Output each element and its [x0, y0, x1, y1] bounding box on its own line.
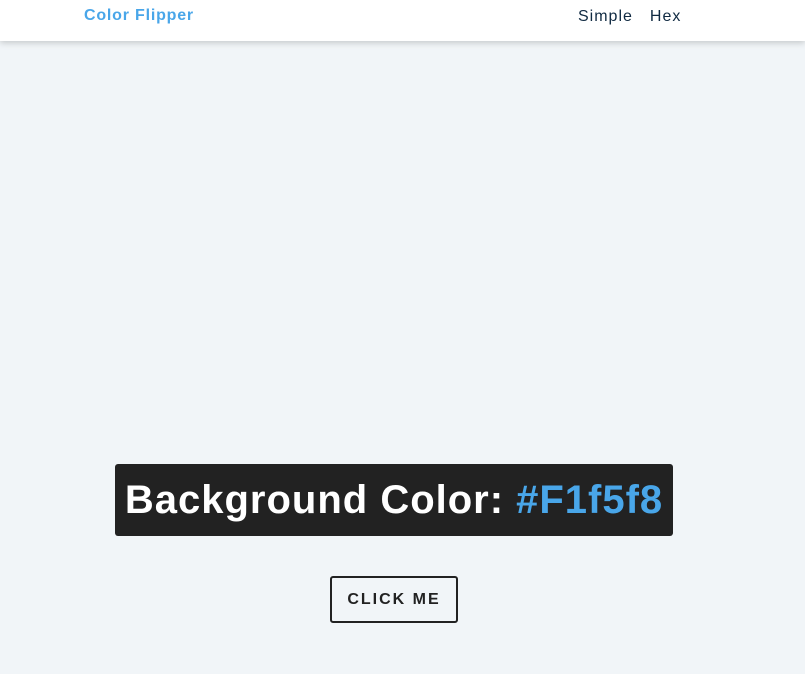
- nav-links: Simple Hex: [578, 8, 681, 26]
- nav-link-hex[interactable]: Hex: [650, 8, 681, 26]
- click-me-button[interactable]: CLICK ME: [330, 576, 458, 623]
- navbar: Color Flipper Simple Hex: [0, 0, 805, 41]
- brand-link[interactable]: Color Flipper: [84, 7, 194, 25]
- banner-label: Background Color:: [124, 477, 505, 522]
- color-value: #F1f5f8: [516, 477, 664, 522]
- color-banner: Background Color: #F1f5f8: [115, 464, 673, 536]
- nav-link-simple[interactable]: Simple: [578, 8, 633, 26]
